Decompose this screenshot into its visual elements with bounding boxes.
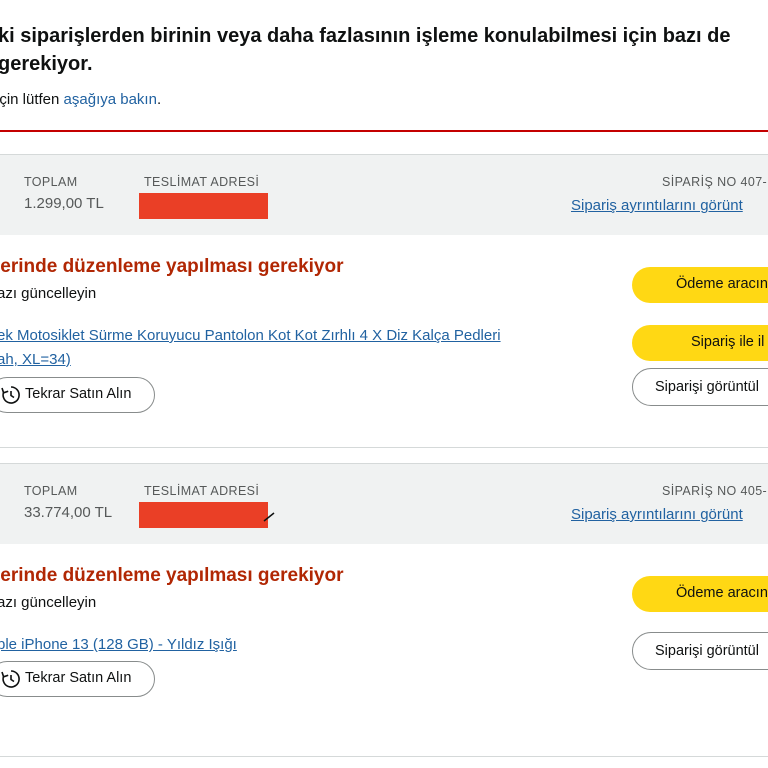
product-title-line2: ah, XL=34) [0, 351, 71, 368]
buy-again-icon [1, 386, 20, 404]
total-value: 33.774,00 TL [24, 504, 113, 521]
contact-order-button[interactable]: Sipariş ile il [632, 325, 768, 361]
alert-heading: ki siparişlerden birinin veya daha fazla… [0, 22, 768, 78]
redaction-mark [263, 512, 275, 522]
product-title-link[interactable]: ek Motosiklet Sürme Koruyucu Pantolon Ko… [0, 324, 501, 372]
view-order-button[interactable]: Siparişi görüntül [632, 632, 768, 670]
address-caption: TESLİMAT ADRESİ [144, 175, 260, 189]
alert-heading-line2: gerekiyor. [0, 53, 93, 75]
alert-subtext: için lütfen aşağıya bakın. [0, 90, 161, 110]
payment-method-button[interactable]: Ödeme aracın [632, 576, 768, 612]
payment-method-label: Ödeme aracın [676, 585, 768, 601]
redacted-address [139, 502, 268, 528]
alert-sub-suffix: . [156, 91, 162, 108]
alert-sub-prefix: için lütfen [0, 91, 64, 108]
order-card-1: TOPLAM 1.299,00 TL TESLİMAT ADRESİ SİPAR… [0, 154, 768, 448]
order-card-2: TOPLAM 33.774,00 TL TESLİMAT ADRESİ SİPA… [0, 463, 768, 757]
buy-again-icon [1, 670, 20, 688]
total-caption: TOPLAM [24, 175, 78, 189]
total-caption: TOPLAM [24, 484, 78, 498]
address-caption: TESLİMAT ADRESİ [144, 484, 260, 498]
status-title: lerinde düzenleme yapılması gerekiyor [0, 565, 344, 586]
order-number: SİPARİŞ NO 405- [662, 484, 768, 498]
order-header: TOPLAM 1.299,00 TL TESLİMAT ADRESİ SİPAR… [0, 155, 768, 235]
view-order-label: Siparişi görüntül [655, 379, 759, 395]
total-value: 1.299,00 TL [24, 195, 104, 212]
product-title-line1: ek Motosiklet Sürme Koruyucu Pantolon Ko… [0, 327, 501, 344]
status-subtitle: azı güncelleyin [0, 285, 97, 302]
alert-heading-line1: ki siparişlerden birinin veya daha fazla… [0, 25, 731, 47]
contact-order-label: Sipariş ile il [691, 334, 765, 350]
buy-again-button[interactable]: Tekrar Satın Alın [0, 661, 155, 697]
buy-again-label: Tekrar Satın Alın [25, 386, 132, 402]
buy-again-button[interactable]: Tekrar Satın Alın [0, 377, 155, 413]
view-order-label: Siparişi görüntül [655, 643, 759, 659]
order-header: TOPLAM 33.774,00 TL TESLİMAT ADRESİ SİPA… [0, 464, 768, 544]
buy-again-label: Tekrar Satın Alın [25, 670, 132, 686]
product-title-link[interactable]: ple iPhone 13 (128 GB) - Yıldız Işığı [0, 633, 237, 657]
see-below-link[interactable]: aşağıya bakın [64, 91, 157, 108]
status-subtitle: azı güncelleyin [0, 594, 97, 611]
redacted-address [139, 193, 268, 219]
order-details-link[interactable]: Sipariş ayrıntılarını görünt [571, 506, 743, 523]
order-number: SİPARİŞ NO 407- [662, 175, 768, 189]
order-details-link[interactable]: Sipariş ayrıntılarını görünt [571, 197, 743, 214]
payment-method-label: Ödeme aracın [676, 276, 768, 292]
payment-method-button[interactable]: Ödeme aracın [632, 267, 768, 303]
status-title: lerinde düzenleme yapılması gerekiyor [0, 256, 344, 277]
view-order-button[interactable]: Siparişi görüntül [632, 368, 768, 406]
